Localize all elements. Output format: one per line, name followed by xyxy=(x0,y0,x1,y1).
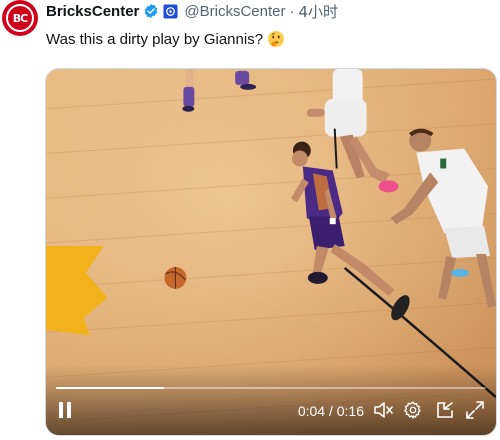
mute-button[interactable] xyxy=(372,399,394,421)
picture-in-picture-icon xyxy=(437,402,453,418)
tweet-text: Was this a dirty play by Giannis? xyxy=(46,30,285,48)
tweet-header: BricksCenter @BricksCenter · 4小时 xyxy=(46,0,338,22)
thinking-face-icon xyxy=(268,31,285,47)
fullscreen-icon xyxy=(466,401,484,419)
separator-dot: · xyxy=(289,2,295,20)
verified-badge-icon xyxy=(145,4,158,18)
progress-fill xyxy=(56,387,164,389)
display-name[interactable]: BricksCenter xyxy=(46,3,139,20)
picture-in-picture-button[interactable] xyxy=(434,399,456,421)
settings-gear-icon xyxy=(404,401,421,419)
avatar[interactable]: BC xyxy=(2,0,38,36)
pause-button[interactable] xyxy=(54,399,76,421)
video-controls: 0:04 / 0:16 xyxy=(46,365,496,435)
avatar-logo-text: BC xyxy=(6,4,34,32)
pause-icon xyxy=(59,402,71,418)
timestamp[interactable]: 4小时 xyxy=(298,1,338,22)
video-player[interactable]: 0:04 / 0:16 xyxy=(45,68,497,436)
mute-icon xyxy=(374,402,393,418)
settings-button[interactable] xyxy=(402,399,424,421)
fullscreen-button[interactable] xyxy=(464,399,486,421)
progress-bar[interactable] xyxy=(56,387,486,389)
affiliate-badge-icon xyxy=(163,3,178,19)
video-time-readout: 0:04 / 0:16 xyxy=(297,403,364,419)
tweet-body: Was this a dirty play by Giannis? xyxy=(46,30,264,48)
handle[interactable]: @BricksCenter xyxy=(184,3,285,20)
